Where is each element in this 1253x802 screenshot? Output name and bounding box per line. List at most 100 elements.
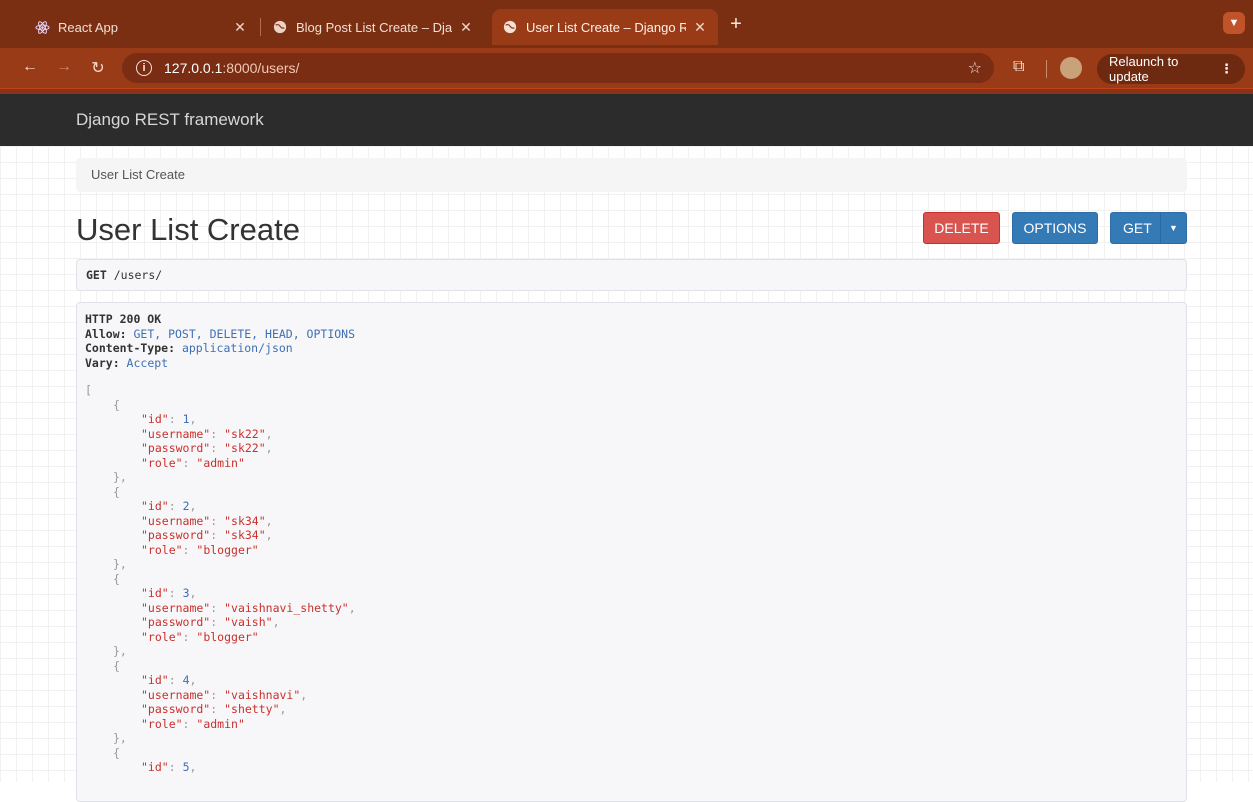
json-token: : — [182, 542, 197, 557]
json-token: : — [182, 716, 197, 731]
json-token: : — [168, 412, 183, 426]
close-icon[interactable]: ✕ — [232, 19, 248, 36]
json-object-close: }, — [85, 470, 1178, 485]
json-token: { — [113, 397, 120, 412]
get-button-label: GET — [1123, 220, 1152, 236]
address-bar[interactable]: i 127.0.0.1:8000/users/ ☆ — [122, 53, 994, 83]
json-field: "username": "vaishnavi", — [85, 688, 1178, 703]
json-token: , — [189, 499, 197, 513]
json-value-password: "sk34" — [224, 528, 266, 542]
json-value-password: "shetty" — [224, 702, 280, 716]
new-tab-button[interactable]: + — [724, 13, 748, 36]
request-info: GET /users/ — [76, 259, 1187, 291]
json-token: , — [300, 687, 308, 702]
json-value-id: 5 — [182, 760, 190, 774]
json-value-id: 2 — [182, 499, 190, 513]
json-key: "username" — [141, 513, 211, 528]
json-object-open: { — [85, 746, 1178, 761]
json-field: "password": "shetty", — [85, 702, 1178, 717]
relaunch-label: Relaunch to update — [1109, 54, 1179, 84]
response-status: HTTP 200 OK — [85, 312, 162, 326]
header-key: Content-Type: — [85, 341, 176, 355]
json-key: "id" — [141, 673, 169, 687]
forward-arrow-icon[interactable]: → — [54, 58, 74, 76]
json-value-id: 3 — [182, 586, 190, 600]
json-token: [ — [85, 383, 92, 397]
json-token: , — [348, 600, 356, 615]
json-token: , — [189, 673, 197, 687]
json-token: { — [113, 571, 120, 586]
tab-title: User List Create – Django RES — [526, 19, 686, 35]
profile-avatar[interactable] — [1060, 57, 1082, 79]
response-header: Content-Type: application/json — [85, 341, 1178, 356]
json-key: "role" — [141, 629, 183, 644]
json-key: "role" — [141, 542, 183, 557]
json-object-open: { — [85, 485, 1178, 500]
tab-blog-post-list[interactable]: Blog Post List Create – Django ✕ — [262, 9, 484, 45]
site-info-icon[interactable]: i — [136, 60, 152, 76]
response-header: Vary: Accept — [85, 356, 1178, 371]
tab-user-list-create[interactable]: User List Create – Django RES ✕ — [492, 9, 718, 45]
json-field: "role": "blogger" — [85, 630, 1178, 645]
delete-button[interactable]: DELETE — [923, 212, 1000, 244]
globe-icon — [272, 19, 288, 35]
json-key: "id" — [141, 412, 169, 426]
json-field: "password": "sk34", — [85, 528, 1178, 543]
json-key: "password" — [141, 702, 211, 716]
json-token: , — [265, 513, 273, 528]
bookmark-star-icon[interactable]: ☆ — [968, 58, 982, 78]
url-text[interactable]: 127.0.0.1:8000/users/ — [164, 60, 299, 76]
json-field: "id": 1, — [85, 412, 1178, 427]
json-key: "username" — [141, 426, 211, 441]
json-token: { — [113, 745, 120, 760]
browser-tab-strip: React App ✕ Blog Post List Create – Djan… — [0, 0, 1253, 48]
toolbar-divider — [1046, 60, 1047, 78]
json-value-password: "vaish" — [224, 615, 273, 629]
json-token: : — [210, 600, 225, 615]
json-value-username: "vaishnavi_shetty" — [224, 600, 349, 615]
json-token: , — [265, 426, 273, 441]
breadcrumb-item[interactable]: User List Create — [91, 167, 185, 182]
get-button[interactable]: GET ▼ — [1110, 212, 1187, 244]
json-field: "password": "sk22", — [85, 441, 1178, 456]
json-value-username: "sk22" — [224, 426, 266, 441]
json-token: { — [113, 658, 120, 673]
drf-brand-link[interactable]: Django REST framework — [76, 110, 264, 130]
response-info: HTTP 200 OK Allow: GET, POST, DELETE, HE… — [76, 302, 1187, 802]
json-field: "id": 3, — [85, 586, 1178, 601]
json-token: , — [189, 760, 197, 774]
close-icon[interactable]: ✕ — [458, 19, 474, 36]
json-key: "id" — [141, 760, 169, 774]
json-key: "password" — [141, 441, 211, 455]
options-button[interactable]: OPTIONS — [1012, 212, 1098, 244]
json-token: , — [265, 441, 273, 455]
json-field: "role": "admin" — [85, 717, 1178, 732]
json-field: "username": "sk34", — [85, 514, 1178, 529]
request-method: GET — [86, 268, 107, 282]
relaunch-button[interactable]: Relaunch to update ⋮ — [1097, 54, 1245, 84]
close-icon[interactable]: ✕ — [692, 19, 708, 36]
json-token: , — [189, 586, 197, 600]
json-token: , — [272, 615, 280, 629]
reload-icon[interactable]: ↻ — [88, 58, 108, 78]
get-format-dropdown-caret-icon[interactable]: ▼ — [1160, 213, 1186, 243]
json-token: : — [182, 455, 197, 470]
tab-search-chevron-icon[interactable]: ▼ — [1223, 12, 1245, 34]
more-menu-icon[interactable]: ⋮ — [1220, 61, 1233, 77]
json-field: "id": 5, — [85, 760, 1178, 775]
json-token: : — [210, 426, 225, 441]
tab-react-app[interactable]: React App ✕ — [24, 9, 258, 45]
url-path: :8000/users/ — [222, 60, 300, 76]
extensions-puzzle-icon[interactable]: ⧉ — [1013, 58, 1024, 76]
json-token: : — [210, 441, 225, 455]
request-path: /users/ — [113, 268, 163, 282]
json-key: "role" — [141, 455, 183, 470]
json-value-role: "blogger" — [196, 542, 259, 557]
drf-navbar: Django REST framework — [0, 94, 1253, 146]
back-arrow-icon[interactable]: ← — [20, 58, 40, 76]
header-value: Accept — [119, 355, 169, 370]
json-token: }, — [113, 557, 127, 571]
tab-title: Blog Post List Create – Django — [296, 19, 452, 35]
json-token: , — [265, 528, 273, 542]
tab-divider — [260, 18, 261, 36]
